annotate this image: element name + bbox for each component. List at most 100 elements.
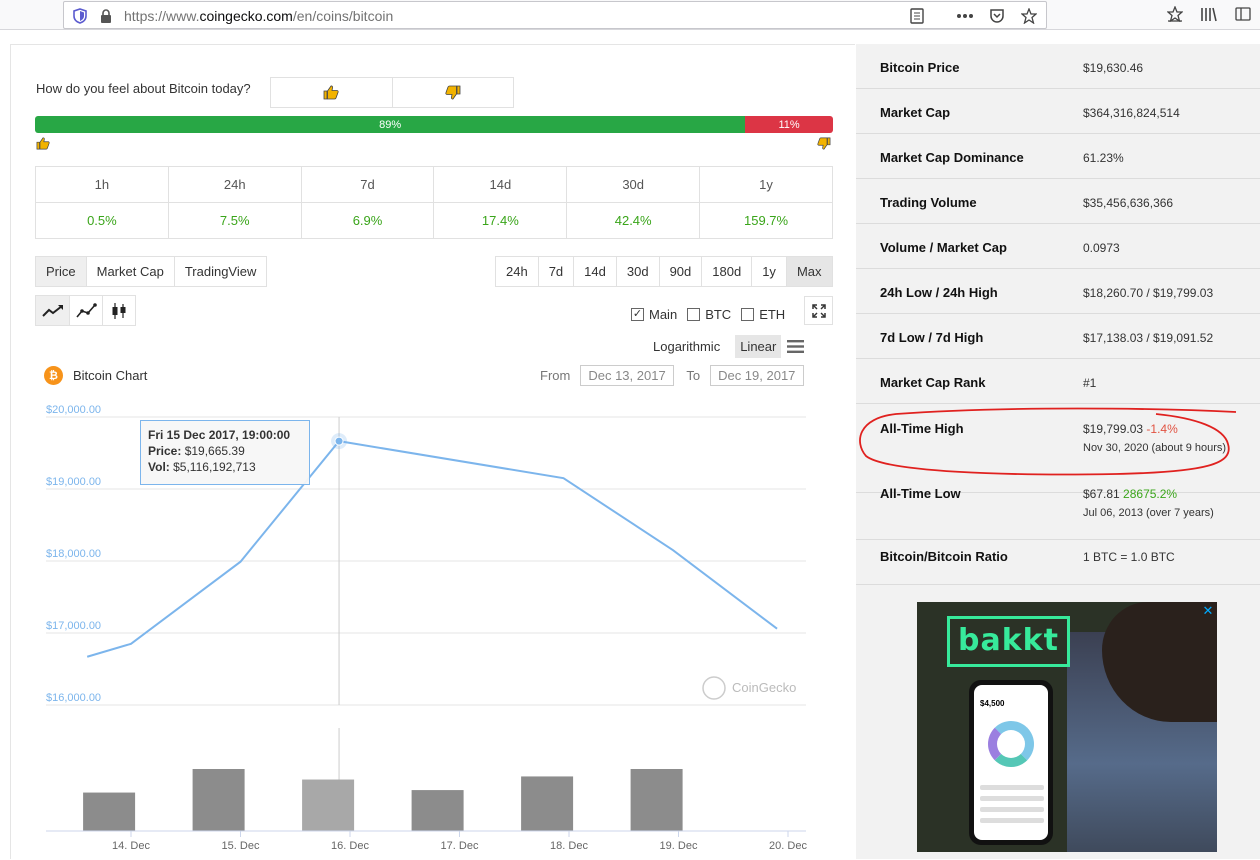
atl-label: All-Time Low <box>880 486 961 501</box>
stat-label: Bitcoin Price <box>880 60 960 75</box>
stat-value: $364,316,824,514 <box>1083 106 1180 120</box>
ratio-label: Bitcoin/Bitcoin Ratio <box>880 549 1008 564</box>
date-range: From Dec 13, 2017 To Dec 19, 2017 <box>540 365 805 386</box>
from-date-input[interactable]: Dec 13, 2017 <box>580 365 675 386</box>
to-date-input[interactable]: Dec 19, 2017 <box>710 365 805 386</box>
atl-row: All-Time Low $67.81 28675.2% Jul 06, 201… <box>856 486 1260 540</box>
ath-row: All-Time High $19,799.03 -1.4% Nov 30, 2… <box>856 404 1260 493</box>
change-value-24h: 7.5% <box>167 202 302 239</box>
stat-value: $17,138.03 / $19,091.52 <box>1083 331 1214 345</box>
x-tick-label: 18. Dec <box>550 840 588 852</box>
atl-change: 28675.2% <box>1123 487 1178 501</box>
library-icon[interactable] <box>1200 5 1218 23</box>
bookmarks-icon[interactable] <box>1166 5 1184 23</box>
range-max[interactable]: Max <box>785 257 832 286</box>
pocket-icon[interactable] <box>988 7 1006 25</box>
stat-row: Market Cap Dominance 61.23% <box>856 134 1260 179</box>
tab-market-cap[interactable]: Market Cap <box>85 257 174 286</box>
btc-label: BTC <box>705 307 732 322</box>
volume-bar <box>411 790 464 831</box>
thumbs-up-icon <box>36 137 50 153</box>
stat-label: Trading Volume <box>880 195 977 210</box>
stats-sidebar: Bitcoin Price $19,630.46 Market Cap $364,31… <box>856 44 1260 859</box>
stat-value: $35,456,636,366 <box>1083 196 1174 210</box>
stat-label: 7d Low / 7d High <box>880 330 984 345</box>
ad-list <box>980 785 1044 829</box>
btc-checkbox[interactable]: BTC <box>687 307 731 322</box>
tooltip-price: $19,665.39 <box>184 444 245 458</box>
coingecko-watermark-icon <box>702 676 726 700</box>
reader-view-icon[interactable] <box>908 7 926 25</box>
line-points-chart-button[interactable] <box>69 296 102 325</box>
line-chart-button[interactable] <box>36 296 69 325</box>
bookmark-star-icon[interactable] <box>1020 7 1038 25</box>
y-tick-label: $18,000.00 <box>46 548 101 560</box>
atl-value: $67.81 <box>1083 487 1120 501</box>
url-text[interactable]: https://www.coingecko.com/en/coins/bitco… <box>124 8 393 24</box>
thumbs-up-button[interactable] <box>271 78 392 107</box>
stat-label: 24h Low / 24h High <box>880 285 998 300</box>
price-chart[interactable]: $16,000.00 $17,000.00 $18,000.00 $19,000.00… <box>11 395 856 860</box>
tab-price[interactable]: Price <box>36 257 86 286</box>
tooltip-price-label: Price: <box>148 444 182 458</box>
stat-row: Market Cap $364,316,824,514 <box>856 89 1260 134</box>
volume-bar <box>192 769 245 831</box>
x-tick-label: 17. Dec <box>441 840 479 852</box>
change-value-1y: 159.7% <box>699 202 833 239</box>
ad-phone-image: $4,500 <box>969 680 1053 845</box>
candlestick-chart-icon <box>112 302 126 319</box>
eth-label: ETH <box>759 307 786 322</box>
thumbs-up-icon <box>323 85 339 100</box>
stat-row: Market Cap Rank #1 <box>856 359 1260 404</box>
ratio-value: 1 BTC = 1.0 BTC <box>1083 550 1175 564</box>
url-bar[interactable]: https://www.coingecko.com/en/coins/bitco… <box>63 1 1047 29</box>
period-header-30d: 30d <box>566 166 701 203</box>
bearish-portion: 11% <box>745 116 833 133</box>
change-value-30d: 42.4% <box>566 202 701 239</box>
bitcoin-logo-icon: ₿ <box>44 366 63 385</box>
ath-highlight-circle <box>859 407 1237 476</box>
more-actions-icon[interactable] <box>956 7 974 25</box>
eth-checkbox[interactable]: ETH <box>741 307 785 322</box>
linear-option[interactable]: Linear <box>735 335 782 358</box>
ratio-row: Bitcoin/Bitcoin Ratio 1 BTC = 1.0 BTC <box>856 540 1260 585</box>
stat-label: Market Cap Rank <box>880 375 986 390</box>
volume-bar <box>302 779 355 831</box>
ad-balance: $4,500 <box>980 699 1005 708</box>
sidebar-icon[interactable] <box>1234 5 1252 23</box>
ad-list-line <box>980 807 1044 812</box>
ad-list-line <box>980 818 1044 823</box>
stat-row: 24h Low / 24h High $18,260.70 / $19,799.0… <box>856 269 1260 314</box>
y-tick-label: $16,000.00 <box>46 692 101 704</box>
main-panel: How do you feel about Bitcoin today? 89%… <box>10 44 855 859</box>
lock-icon[interactable] <box>99 8 113 27</box>
range-30d[interactable]: 30d <box>615 257 659 286</box>
bakkt-advertisement[interactable]: bakkt $4,500 ✕ <box>917 602 1217 852</box>
range-7d[interactable]: 7d <box>537 257 573 286</box>
line-chart-icon <box>41 304 63 317</box>
line-points-chart-icon <box>76 302 97 318</box>
y-tick-label: $19,000.00 <box>46 476 101 488</box>
candlestick-chart-button[interactable] <box>102 296 135 325</box>
hover-point <box>334 436 344 446</box>
range-14d[interactable]: 14d <box>573 257 616 286</box>
period-header-1y: 1y <box>699 166 833 203</box>
tooltip-vol-label: Vol: <box>148 460 170 474</box>
logarithmic-option[interactable]: Logarithmic <box>648 335 725 358</box>
fullscreen-button[interactable] <box>804 296 833 325</box>
stat-value: 61.23% <box>1083 151 1124 165</box>
sentiment-vote <box>270 77 514 108</box>
browser-toolbar: https://www.coingecko.com/en/coins/bitco… <box>0 0 1260 30</box>
shield-icon[interactable] <box>73 8 87 27</box>
range-1y[interactable]: 1y <box>751 257 786 286</box>
thumbs-down-button[interactable] <box>391 78 514 107</box>
ad-close-button[interactable]: ✕ <box>1201 604 1215 618</box>
range-90d[interactable]: 90d <box>658 257 702 286</box>
stat-row: 7d Low / 7d High $17,138.03 / $19,091.52 <box>856 314 1260 359</box>
tab-tradingview[interactable]: TradingView <box>173 257 267 286</box>
chart-menu-icon[interactable] <box>787 340 804 356</box>
range-24h[interactable]: 24h <box>496 257 538 286</box>
main-checkbox[interactable]: ✓ Main <box>631 307 677 322</box>
range-180d[interactable]: 180d <box>701 257 751 286</box>
checkbox-checked-icon: ✓ <box>631 308 644 321</box>
